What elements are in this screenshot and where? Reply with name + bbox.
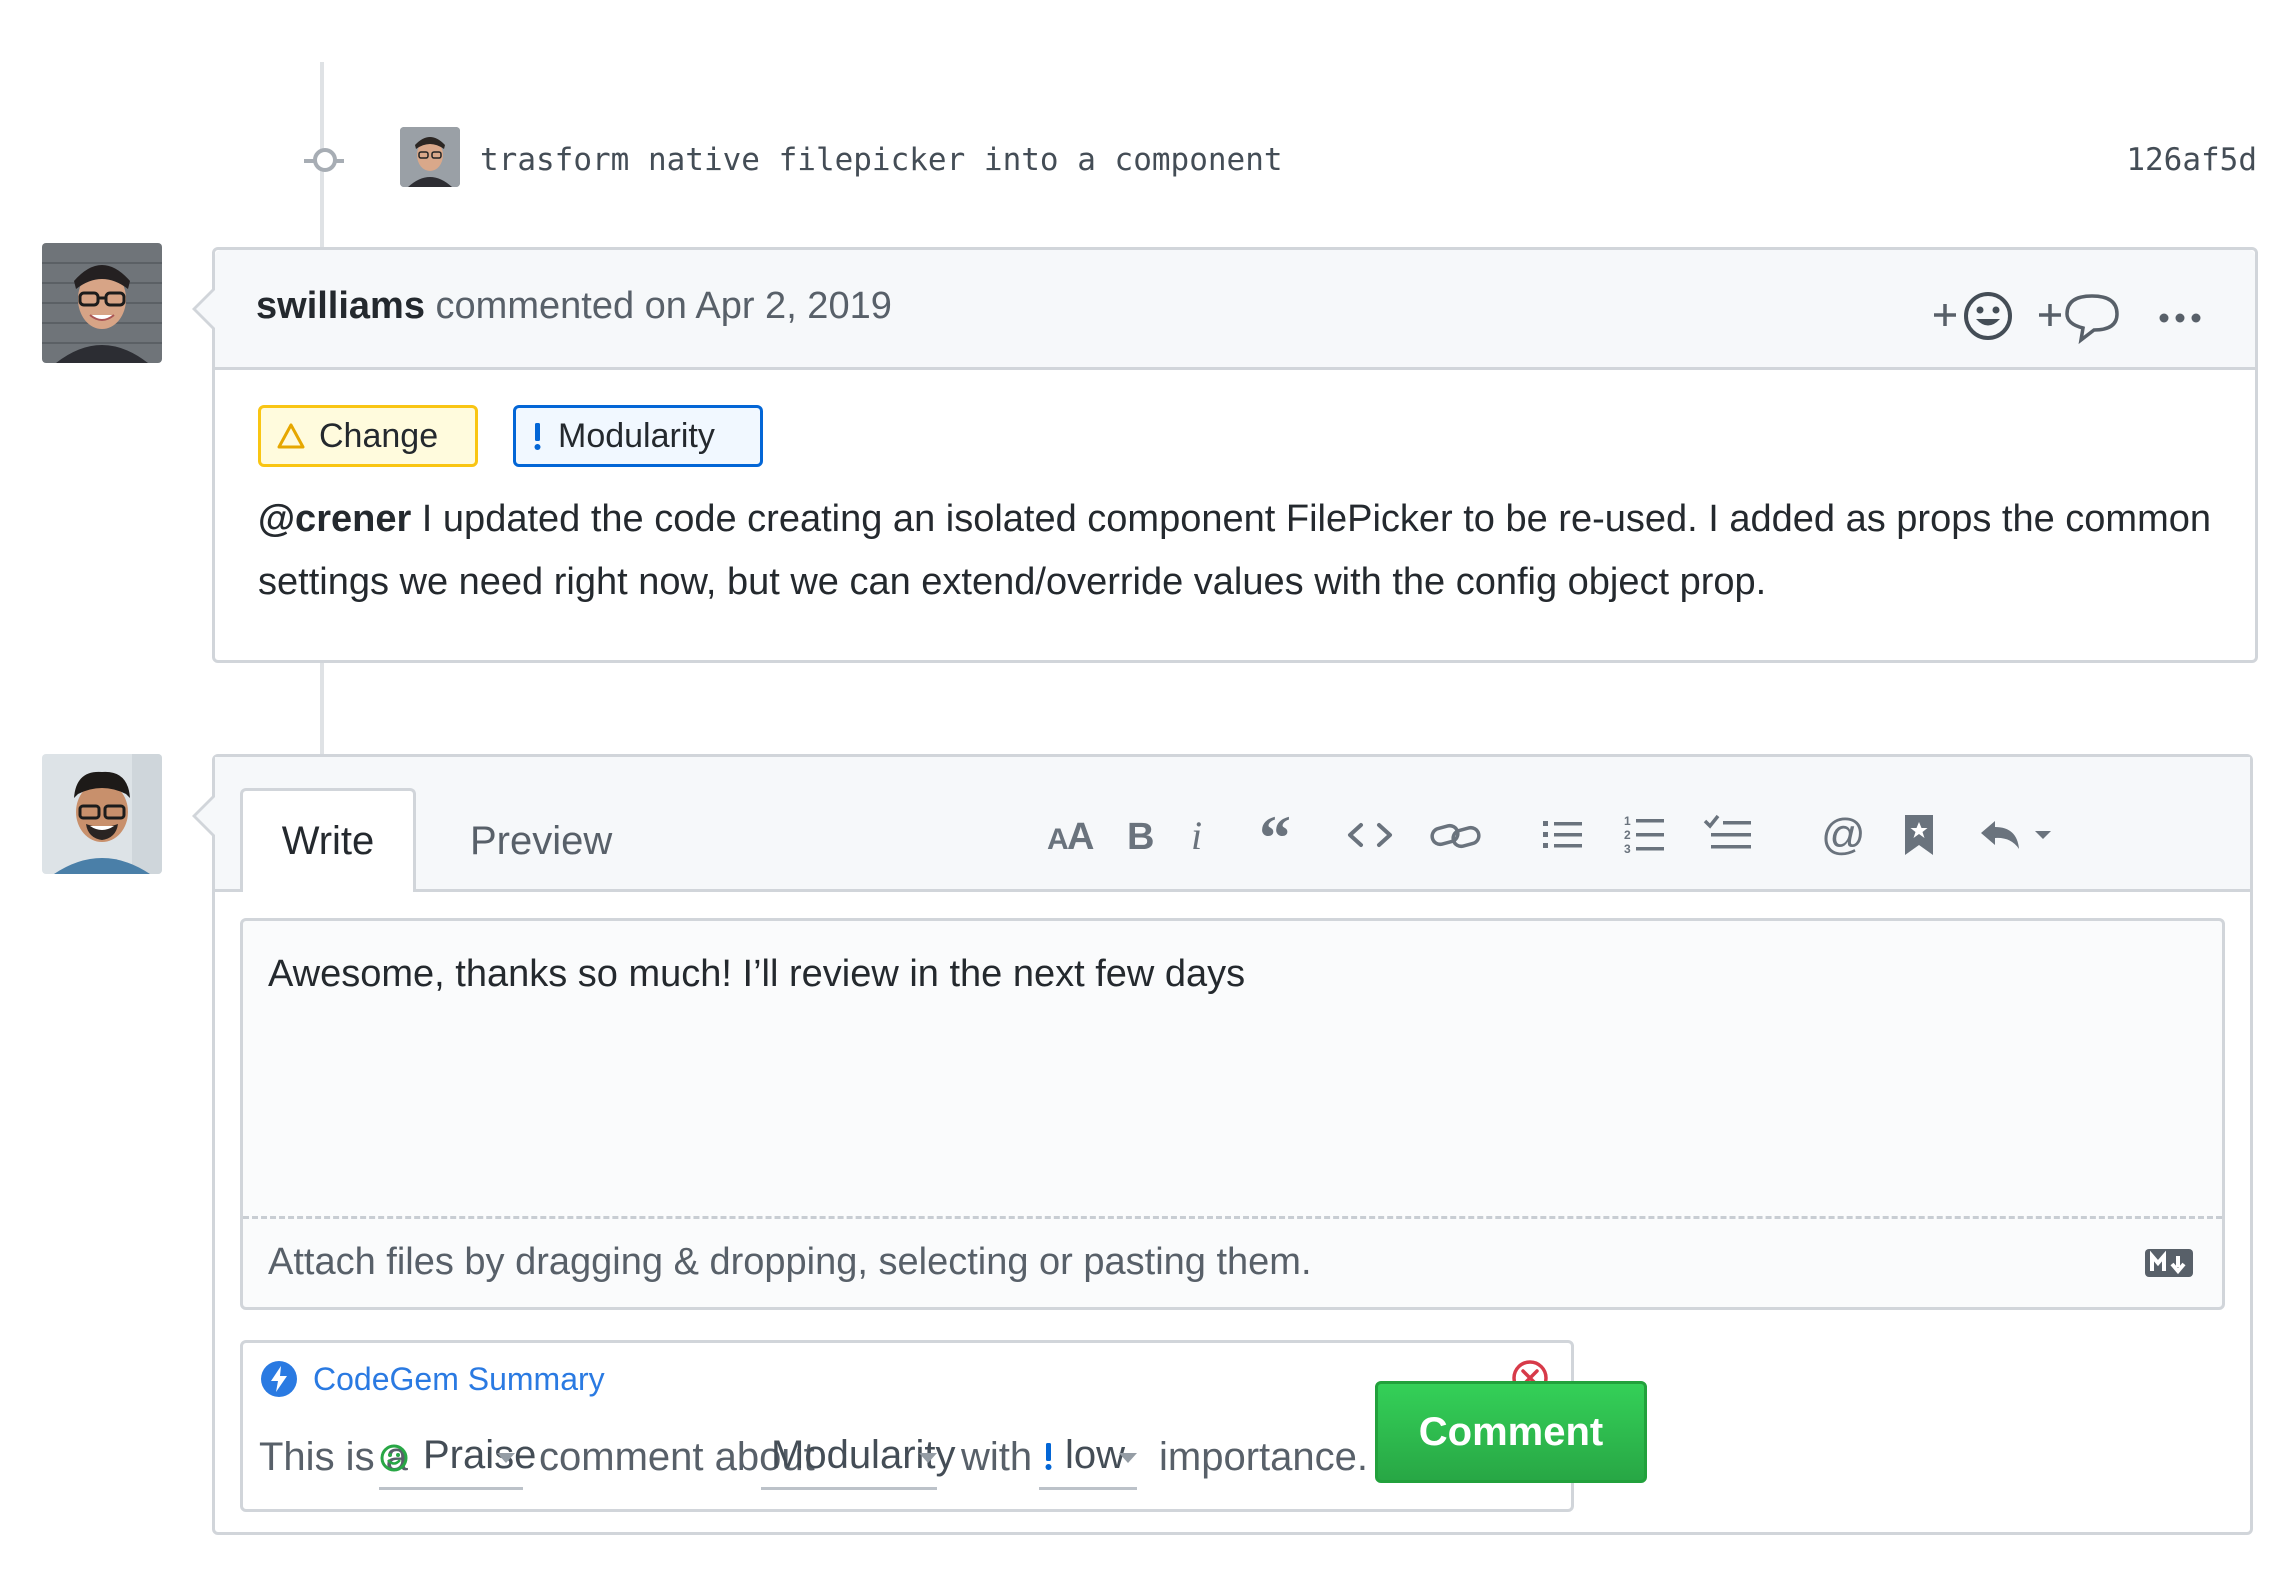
svg-text:B: B (1127, 816, 1154, 855)
comment-textarea-value: Awesome, thanks so much! I’ll review in … (268, 953, 1246, 995)
codegem-summary: CodeGem Summary This is a Praise comment… (240, 1340, 1574, 1512)
bold-button[interactable]: B (1121, 807, 1161, 863)
chevron-down-icon (497, 1453, 515, 1463)
comment-meta[interactable]: commented on Apr 2, 2019 (436, 285, 892, 327)
plus-icon (1934, 304, 1956, 326)
more-options-button[interactable] (2155, 288, 2205, 344)
comment-card-pointer-fill (196, 289, 216, 329)
importance-select[interactable]: low (1039, 1429, 1137, 1490)
speech-bubble-icon (2065, 294, 2119, 345)
svg-text:A: A (1067, 816, 1094, 855)
svg-text:3: 3 (1624, 842, 1631, 856)
task-list-icon (1703, 814, 1751, 849)
comment-body-text: I updated the code creating an isolated … (258, 498, 2211, 603)
commit-node-icon (313, 148, 337, 172)
text-size-icon: AA (1047, 816, 1094, 855)
saved-replies-button[interactable] (1899, 807, 1939, 863)
chevron-down-icon (919, 1453, 937, 1463)
svg-text:@: @ (1821, 813, 1866, 857)
numbered-list-button[interactable]: 123 (1623, 807, 1667, 863)
comment-card: swilliams commented on Apr 2, 2019 Chang… (192, 247, 2258, 663)
file-attach-area[interactable]: Attach files by dragging & dropping, sel… (243, 1216, 2222, 1307)
smiley-icon (380, 1444, 408, 1472)
bookmark-icon (1905, 815, 1933, 855)
importance-value: low (1065, 1433, 1126, 1477)
italic-button[interactable]: i (1181, 807, 1217, 863)
bulleted-list-button[interactable] (1541, 807, 1585, 863)
comment-body: @crener I updated the code creating an i… (258, 488, 2218, 614)
timeline-line (320, 663, 324, 754)
mention-button[interactable]: @ (1819, 807, 1869, 863)
smiley-icon (1964, 292, 2012, 340)
reply-menu-button[interactable] (1975, 807, 2055, 863)
codegem-summary-title: CodeGem Summary (313, 1361, 605, 1397)
tag-modularity[interactable]: Modularity (513, 405, 763, 467)
commenter-avatar[interactable] (42, 243, 162, 363)
quote-icon: “ (1259, 815, 1291, 855)
chevron-down-icon (2035, 831, 2051, 839)
italic-icon: i (1191, 815, 1202, 855)
quote-button[interactable]: “ (1257, 807, 1307, 863)
exclamation-icon (1045, 1443, 1052, 1470)
svg-text:2: 2 (1624, 828, 1631, 842)
comment-header-text: swilliams commented on Apr 2, 2019 (256, 285, 892, 328)
comment-author[interactable]: swilliams (256, 285, 425, 327)
link-icon (1430, 823, 1481, 849)
summary-sentence: This is a Praise comment about Modularit… (243, 1429, 1571, 1490)
warning-triangle-icon (277, 423, 305, 449)
code-button[interactable] (1345, 807, 1395, 863)
comment-textarea[interactable]: Awesome, thanks so much! I’ll review in … (240, 918, 2225, 1310)
task-list-button[interactable] (1703, 807, 1753, 863)
plus-icon (2039, 304, 2061, 326)
reply-arrow-icon (1981, 821, 2051, 849)
link-button[interactable] (1429, 807, 1483, 863)
comment-type-select[interactable]: Praise (379, 1429, 536, 1490)
topic-select[interactable]: Modularity (761, 1429, 956, 1490)
summary-mid2: with (961, 1435, 1033, 1479)
current-user-avatar[interactable] (42, 754, 162, 874)
lightning-bolt-icon (260, 1360, 298, 1403)
attach-hint: Attach files by dragging & dropping, sel… (268, 1241, 1312, 1283)
markdown-icon[interactable] (2144, 1247, 2194, 1284)
ellipsis-icon (2159, 313, 2201, 323)
summary-suffix: importance. (1159, 1435, 1368, 1479)
quote-reply-button[interactable] (2037, 288, 2123, 345)
tab-write[interactable]: Write (240, 788, 416, 892)
svg-text:1: 1 (1624, 814, 1631, 828)
exclamation-icon (534, 423, 541, 450)
bulleted-list-icon (1543, 821, 1582, 848)
svg-text:i: i (1191, 815, 1202, 855)
commit-message[interactable]: trasform native filepicker into a compon… (480, 142, 1283, 178)
comment-header: swilliams commented on Apr 2, 2019 (215, 250, 2255, 370)
chevron-down-icon (1119, 1453, 1137, 1463)
heading-button[interactable]: AA (1047, 807, 1103, 863)
tag-change-label: Change (319, 416, 439, 455)
comment-type-value: Praise (423, 1433, 537, 1477)
new-comment-pointer-fill (196, 796, 216, 836)
user-mention-link[interactable]: @crener (258, 498, 411, 540)
comment-submit-button[interactable]: Comment (1375, 1381, 1647, 1483)
svg-text:“: “ (1259, 815, 1291, 855)
code-icon (1348, 823, 1392, 847)
commit-sha-link[interactable]: 126af5d (2126, 142, 2257, 178)
mention-icon: @ (1821, 813, 1866, 857)
tab-preview[interactable]: Preview (470, 819, 612, 864)
editor-toolbar: Write Preview AA B i “ 123 @ (215, 757, 2250, 892)
numbered-list-icon: 123 (1624, 814, 1664, 856)
svg-text:A: A (1047, 823, 1069, 855)
commit-author-avatar[interactable] (400, 127, 460, 187)
bold-icon: B (1127, 816, 1154, 855)
tag-change[interactable]: Change (258, 405, 478, 467)
new-comment-card: Write Preview AA B i “ 123 @ Awesome, th… (192, 754, 2253, 1535)
add-reaction-button[interactable] (1932, 288, 2018, 344)
tag-modularity-label: Modularity (558, 416, 715, 455)
